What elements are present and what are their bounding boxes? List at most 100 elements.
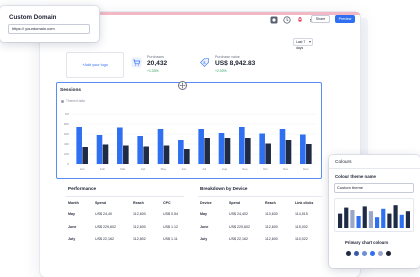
column-header: Reach <box>133 201 144 205</box>
preview-bar <box>393 205 398 228</box>
bar <box>163 145 170 164</box>
table-cell: US$ 22,162 <box>95 237 114 241</box>
cart-icon <box>131 57 142 68</box>
legend-label: Themed data <box>66 99 85 103</box>
bar <box>306 144 312 164</box>
colour-swatch[interactable] <box>386 251 391 256</box>
chevron-down-icon: ▾ <box>309 39 312 44</box>
bar <box>184 149 190 164</box>
colour-swatch[interactable] <box>378 251 383 256</box>
x-tick-label: Jan <box>80 167 85 171</box>
table-cell: US$ 229,602 <box>95 225 116 229</box>
preview-bar <box>381 208 386 228</box>
bar <box>239 127 245 164</box>
table-cell: 112,600 <box>265 237 278 241</box>
table-cell: 112,600 <box>265 225 278 229</box>
bar <box>117 127 123 164</box>
palette-icon[interactable] <box>270 16 278 24</box>
divider <box>329 168 420 169</box>
table-cell: July <box>200 237 208 241</box>
bar <box>102 144 109 164</box>
clock-icon[interactable] <box>283 16 291 24</box>
x-tick-label: Aug <box>222 167 228 171</box>
preview-button[interactable]: Preview <box>335 15 355 23</box>
preview-bar <box>356 216 361 228</box>
bar <box>143 146 149 164</box>
bar <box>76 127 82 164</box>
bar <box>224 138 231 164</box>
colour-swatch[interactable] <box>370 251 375 256</box>
table-cell: May <box>68 212 75 216</box>
table-cell: 112,600 <box>133 212 146 216</box>
table-cell: US$ 22,162 <box>229 237 248 241</box>
colour-swatch[interactable] <box>362 251 367 256</box>
sessions-bar-chart: 1M 800 600 400 200 0 Jan Feb Mar Apr May Jun Jul Aug S… <box>64 112 316 171</box>
colours-title: Colours <box>335 160 352 165</box>
table-cell: 110,630 <box>265 212 278 216</box>
preview-bar <box>344 207 349 228</box>
y-tick-label: 600 <box>64 132 69 136</box>
preview-bar <box>405 211 410 228</box>
performance-title: Performance <box>68 186 97 191</box>
table-cell: 115,002 <box>295 225 308 229</box>
column-header: Spend <box>229 201 240 205</box>
legend-marker <box>61 100 64 103</box>
table-cell: US$ 1.12 <box>163 225 178 229</box>
kpi-purchases-label: Purchases <box>147 55 164 59</box>
divider <box>198 196 322 197</box>
theme-name-label: Colour theme name <box>335 174 376 179</box>
colour-swatch[interactable] <box>354 251 359 256</box>
kpi-purchase-value-delta: +2.00% <box>215 69 227 73</box>
x-tick-label: Nov <box>283 167 289 171</box>
colour-swatch[interactable] <box>346 251 351 256</box>
table-cell: June <box>200 225 209 229</box>
rocket-icon[interactable] <box>296 16 304 24</box>
column-header: Spend <box>95 201 106 205</box>
bar <box>265 143 271 164</box>
bar <box>96 135 103 164</box>
column-header: Device <box>200 201 212 205</box>
custom-domain-title: Custom Domain <box>9 14 57 21</box>
preview-bar <box>362 206 367 228</box>
table-cell: July <box>68 237 76 241</box>
table-cell: US$ 24,40 <box>95 212 112 216</box>
share-button[interactable]: Share <box>311 15 330 23</box>
column-header: Reach <box>265 201 276 205</box>
move-icon[interactable] <box>178 81 187 90</box>
bar <box>137 136 143 164</box>
preview-bar <box>350 210 355 228</box>
y-tick-label: 1M <box>65 112 70 116</box>
bar <box>279 129 286 164</box>
column-header: CPC <box>163 201 171 205</box>
sessions-title: Sessions <box>60 88 82 93</box>
kpi-purchases-delta: +1.33% <box>147 69 159 73</box>
bar <box>157 129 164 164</box>
x-tick-label: Jul <box>202 167 206 171</box>
x-tick-label: Jun <box>181 167 186 171</box>
table-cell: May <box>200 212 207 216</box>
preview-bar <box>338 213 343 228</box>
x-tick-label: Sep <box>242 167 248 171</box>
bar <box>178 140 184 164</box>
bar <box>259 133 265 164</box>
stage: Share Preview Last 7 days ▾ +Add your lo… <box>0 0 420 277</box>
bar <box>218 133 225 164</box>
bar <box>300 134 306 164</box>
bar <box>82 147 88 164</box>
theme-name-input[interactable]: Custom theme <box>334 183 414 193</box>
bar <box>285 140 292 164</box>
y-tick-label: 400 <box>64 142 69 146</box>
preview-bar <box>387 213 392 228</box>
bar <box>245 138 251 164</box>
x-tick-label: Oct <box>263 167 268 171</box>
column-header: Link clicks <box>295 201 314 205</box>
bar <box>204 138 210 164</box>
kpi-purchases-value: 20,432 <box>147 60 168 67</box>
domain-input[interactable]: https:// yourdomain.com <box>8 24 90 34</box>
y-tick-label: 200 <box>64 152 69 156</box>
add-logo-button[interactable]: +Add your logo <box>66 52 124 78</box>
table-cell: 112,802 <box>133 237 146 241</box>
table-cell: US$ 0.54 <box>163 212 178 216</box>
y-tick-label: 800 <box>64 122 69 126</box>
preview-bar <box>399 214 404 228</box>
